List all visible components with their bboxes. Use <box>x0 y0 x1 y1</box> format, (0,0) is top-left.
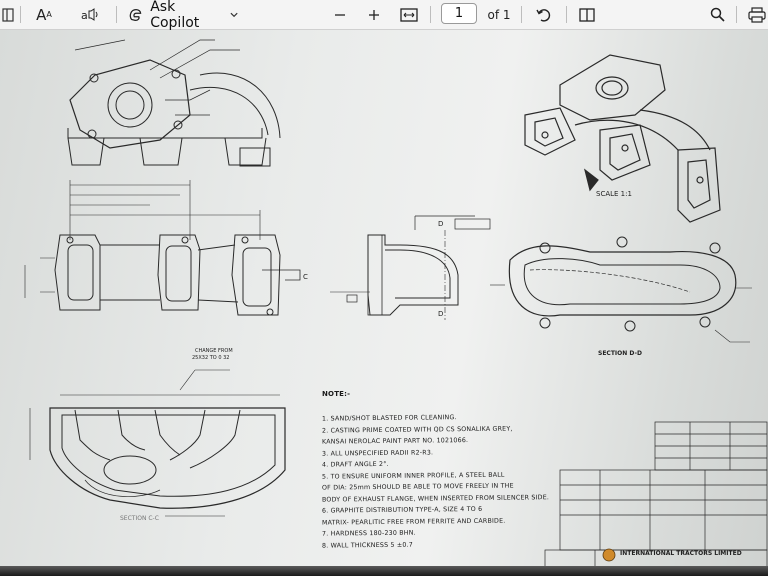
ask-copilot-button[interactable]: Ask Copilot <box>128 0 238 31</box>
page-view-button[interactable] <box>578 0 596 29</box>
change-note-label-2: 25X32 TO 0 32 <box>192 355 230 361</box>
drawing-sheet: SCALE 1:1 SECTION D-D SECTION C-C CHANGE… <box>0 30 768 576</box>
section-dd-view <box>490 236 752 343</box>
pdf-toolbar: AA a Ask Copilot of 1 <box>0 0 768 31</box>
fit-width-icon <box>400 7 418 22</box>
company-logo-icon <box>602 548 616 562</box>
read-aloud-icon: a <box>81 7 98 22</box>
font-a-icon: A <box>36 5 47 24</box>
front-view <box>24 180 301 316</box>
read-aloud-button[interactable]: a <box>80 0 102 29</box>
zoom-in-button[interactable] <box>367 0 381 29</box>
text-size-button[interactable]: AA <box>34 0 54 29</box>
two-page-icon <box>579 7 595 22</box>
search-button[interactable] <box>708 0 726 29</box>
section-cc-view <box>29 369 286 517</box>
zoom-out-button[interactable] <box>333 0 347 29</box>
section-c-marker: C <box>303 273 308 281</box>
section-d-marker-top: D <box>438 220 444 228</box>
section-d-marker-bottom: D <box>438 310 444 318</box>
print-icon <box>748 6 766 23</box>
copilot-icon <box>129 8 142 21</box>
notes-title: NOTE:- <box>322 390 351 398</box>
sidebar-toggle-icon[interactable] <box>0 0 16 29</box>
monitor-bezel <box>0 566 768 576</box>
note-line: 8. WALL THICKNESS 5 ±0.7 <box>321 541 414 550</box>
page-number-input[interactable] <box>441 3 477 24</box>
svg-text:a: a <box>81 9 88 22</box>
company-name: INTERNATIONAL TRACTORS LIMITED <box>620 550 742 557</box>
document-viewer[interactable]: SCALE 1:1 SECTION D-D SECTION C-C CHANGE… <box>0 30 768 576</box>
section-dd-label: SECTION D-D <box>598 350 642 357</box>
section-cc-label: SECTION C-C <box>120 515 159 522</box>
chevron-down-icon <box>230 12 238 17</box>
drawing-notes: NOTE:- 1. SAND/SHOT BLASTED FOR CLEANING… <box>322 390 622 550</box>
rotate-icon <box>536 8 551 22</box>
change-note-label: CHANGE FROM <box>195 348 233 354</box>
minus-icon <box>335 13 345 16</box>
page-total-label: of 1 <box>487 7 511 22</box>
fit-to-width-button[interactable] <box>399 0 419 29</box>
print-button[interactable] <box>748 0 768 29</box>
rotate-button[interactable] <box>535 0 553 29</box>
scale-label: SCALE 1:1 <box>596 190 632 198</box>
search-icon <box>710 7 725 22</box>
top-plan-view <box>67 39 281 167</box>
ask-copilot-label: Ask Copilot <box>150 0 200 31</box>
plus-icon <box>369 9 379 20</box>
side-section <box>330 215 491 320</box>
